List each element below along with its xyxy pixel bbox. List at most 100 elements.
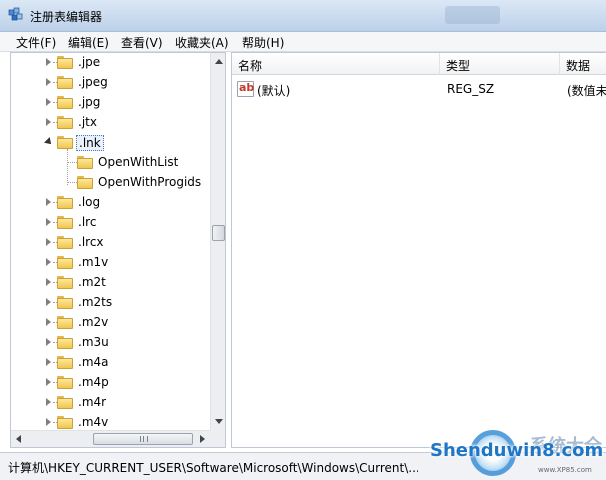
folder-icon [57,216,73,230]
expand-arrow-icon[interactable] [46,58,51,66]
expand-arrow-icon[interactable] [46,98,51,106]
tree-item[interactable]: .m1v [11,253,211,273]
folder-icon [57,256,73,270]
tree-item[interactable]: .m4r [11,393,211,413]
registry-editor-icon [8,7,23,21]
expand-arrow-icon[interactable] [46,198,51,206]
watermark-brand: Shenduwin8.com [430,440,604,461]
tree-item[interactable]: .log [11,193,211,213]
expand-arrow-icon[interactable] [46,258,51,266]
tree-item[interactable]: .m2t [11,273,211,293]
string-value-icon: ab [237,81,254,97]
collapse-arrow-icon[interactable] [44,137,54,147]
tree-item[interactable]: .m3u [11,333,211,353]
value-type: REG_SZ [447,82,495,96]
folder-icon [57,116,73,130]
column-header-type[interactable]: 类型 [440,53,560,75]
folder-icon [57,396,73,410]
tree-item-label: .m2v [78,315,109,329]
expand-arrow-icon[interactable] [46,378,51,386]
tree-item-label: .lrc [78,215,97,229]
menu-file[interactable]: 文件(F) [14,34,58,51]
menu-favorites[interactable]: 收藏夹(A) [173,34,231,51]
scroll-thumb[interactable] [212,225,225,241]
folder-icon [57,236,73,250]
expand-arrow-icon[interactable] [46,298,51,306]
expand-arrow-icon[interactable] [46,78,51,86]
scroll-right-arrow-icon[interactable] [200,435,205,443]
expand-arrow-icon[interactable] [46,338,51,346]
expand-arrow-icon[interactable] [46,218,51,226]
folder-icon [57,276,73,290]
folder-icon [57,136,73,150]
expand-arrow-icon[interactable] [46,358,51,366]
folder-icon [57,96,73,110]
scroll-left-arrow-icon[interactable] [16,435,21,443]
tree-item[interactable]: .jpeg [11,73,211,93]
tree-item[interactable]: OpenWithProgids [11,173,211,193]
tree-item-label: .jpg [78,95,101,109]
tree-item-label: .m4a [78,355,109,369]
expand-arrow-icon[interactable] [46,318,51,326]
folder-icon [57,316,73,330]
tree-item-label: .m1v [78,255,109,269]
window-title: 注册表编辑器 [30,10,103,24]
tree-item[interactable]: .lrcx [11,233,211,253]
tree-item-label-selected: .lnk [76,135,104,151]
folder-icon [57,376,73,390]
tree-item[interactable]: OpenWithList [11,153,211,173]
tree-item-label: .m4p [78,375,109,389]
tree-item[interactable]: .m4p [11,373,211,393]
expand-arrow-icon[interactable] [46,418,51,426]
folder-icon [57,296,73,310]
folder-icon [57,56,73,70]
scroll-up-arrow-icon[interactable] [215,59,223,64]
tree-item-label: OpenWithList [98,155,179,169]
folder-icon [77,156,93,170]
background-window-ghost [445,6,500,24]
scroll-down-arrow-icon[interactable] [215,419,223,424]
tree-item-label: .m2t [78,275,106,289]
folder-icon [57,76,73,90]
tree-item[interactable]: .m2ts [11,293,211,313]
tree-item-lnk[interactable]: .lnk [11,133,211,153]
folder-icon [57,336,73,350]
value-row-default[interactable]: ab (默认) REG_SZ (数值未 [232,79,606,99]
column-header-data[interactable]: 数据 [560,53,606,75]
watermark-url: www.XP85.com [538,466,592,474]
tree-item[interactable]: .lrc [11,213,211,233]
tree-item-label: .m4v [78,415,109,429]
tree-horizontal-scrollbar[interactable] [11,430,210,447]
registry-values-list[interactable]: 名称 类型 数据 ab (默认) REG_SZ (数值未 [231,52,606,448]
tree-item-label: .jtx [78,115,97,129]
column-header-name[interactable]: 名称 [232,53,440,75]
folder-icon [57,416,73,430]
tree-item-label: .jpe [78,55,101,69]
tree-item-label: .lrcx [78,235,104,249]
title-bar[interactable]: 注册表编辑器 [0,0,606,32]
tree-item-label: .log [78,195,101,209]
folder-icon [57,196,73,210]
expand-arrow-icon[interactable] [46,238,51,246]
tree-item[interactable]: .jpe [11,53,211,73]
scroll-thumb-horizontal[interactable] [93,433,193,445]
menu-help[interactable]: 帮助(H) [240,34,286,51]
expand-arrow-icon[interactable] [46,398,51,406]
expand-arrow-icon[interactable] [46,278,51,286]
tree-item[interactable]: .jtx [11,113,211,133]
value-data: (数值未 [567,84,606,98]
tree-item-label: .m4r [78,395,107,409]
menu-edit[interactable]: 编辑(E) [66,34,111,51]
tree-item[interactable]: .m4a [11,353,211,373]
menu-view[interactable]: 查看(V) [119,34,165,51]
tree-vertical-scrollbar[interactable] [210,53,225,430]
menu-bar: 文件(F) 编辑(E) 查看(V) 收藏夹(A) 帮助(H) [0,32,606,52]
tree-item[interactable]: .jpg [11,93,211,113]
tree-item-label: .m2ts [78,295,113,309]
tree-item-label: .m3u [78,335,109,349]
tree-item-label: OpenWithProgids [98,175,202,189]
registry-key-tree[interactable]: .jpe .jpeg .jpg .jtx .lnk OpenWithList O… [10,52,226,448]
expand-arrow-icon[interactable] [46,118,51,126]
folder-icon [57,356,73,370]
tree-item[interactable]: .m2v [11,313,211,333]
